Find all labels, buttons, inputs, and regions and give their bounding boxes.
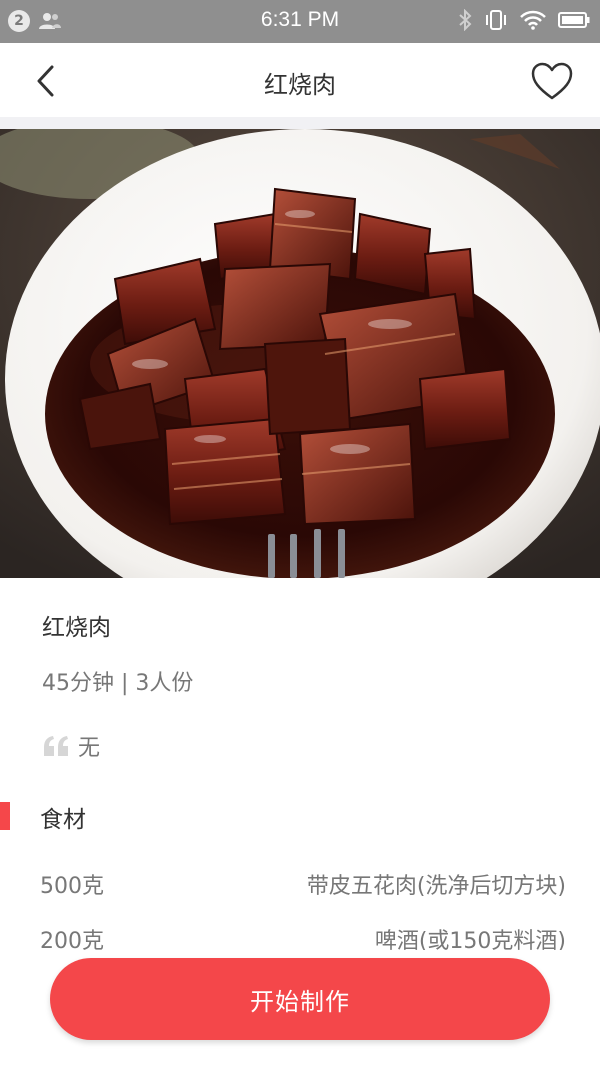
vibrate-icon bbox=[486, 10, 506, 30]
quote-icon bbox=[44, 736, 68, 756]
tip-text: 无 bbox=[78, 736, 101, 761]
battery-icon bbox=[558, 12, 590, 28]
bluetooth-icon bbox=[459, 9, 472, 31]
ingredient-row: 500克 带皮五花肉(洗净后切方块) bbox=[0, 868, 600, 908]
favorite-button[interactable] bbox=[530, 61, 574, 101]
wifi-icon bbox=[520, 10, 546, 30]
ingredient-quantity: 500克 bbox=[40, 874, 104, 899]
start-cooking-button[interactable]: 开始制作 bbox=[50, 958, 550, 1040]
header-divider bbox=[0, 117, 600, 129]
section-accent-bar bbox=[0, 802, 10, 830]
ingredients-header: 食材 bbox=[0, 798, 600, 833]
status-bar: 2 6:31 PM bbox=[0, 0, 600, 43]
heart-icon bbox=[531, 62, 573, 100]
dish-meta: 45分钟 | 3人份 bbox=[42, 671, 194, 696]
tip-row: 无 bbox=[42, 730, 100, 762]
nav-bar: 红烧肉 bbox=[0, 43, 600, 117]
dish-name: 红烧肉 bbox=[42, 615, 111, 641]
dish-photo bbox=[0, 129, 600, 578]
ingredient-name: 带皮五花肉(洗净后切方块) bbox=[306, 874, 566, 899]
ingredients-title: 食材 bbox=[40, 807, 86, 833]
page-title: 红烧肉 bbox=[264, 71, 336, 99]
recipe-detail: 红烧肉 45分钟 | 3人份 无 食材 500克 带皮五花肉(洗净后切方块) 2… bbox=[0, 578, 600, 954]
braised-pork-illustration bbox=[0, 129, 600, 578]
bottom-action-area: 开始制作 bbox=[0, 950, 600, 1067]
status-right bbox=[458, 9, 590, 31]
